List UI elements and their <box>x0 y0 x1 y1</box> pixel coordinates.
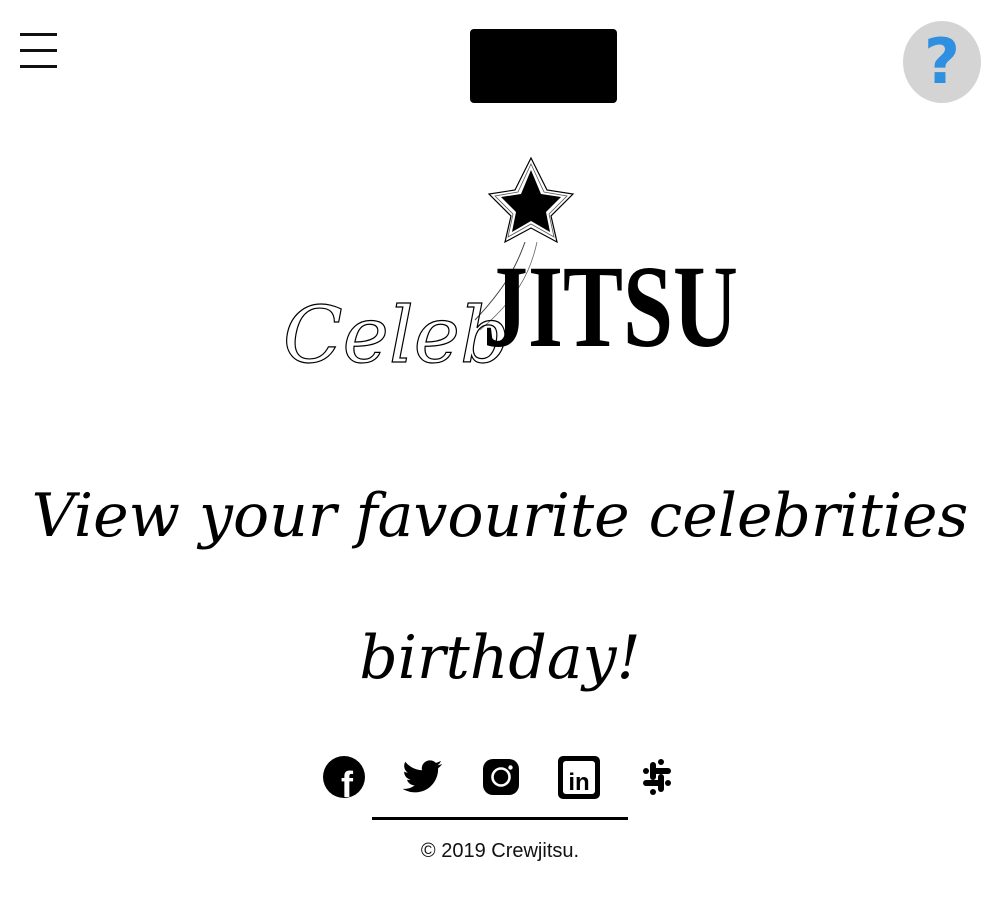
top-redacted-block <box>470 29 617 103</box>
linkedin-icon: in <box>558 756 600 799</box>
logo-block-text: JITSU <box>483 241 738 372</box>
slack-link[interactable] <box>633 752 681 802</box>
svg-text:f: f <box>341 764 354 802</box>
linkedin-link[interactable]: in <box>555 752 603 802</box>
tagline: View your favourite celebrities birthday… <box>0 445 1000 729</box>
hamburger-icon-bar <box>20 33 57 36</box>
facebook-icon: f <box>323 756 365 805</box>
hamburger-icon-bar <box>20 49 57 52</box>
copyright-text: © 2019 Crewjitsu. <box>420 840 580 862</box>
tagline-line-1: View your favourite celebrities <box>31 481 969 551</box>
instagram-icon <box>483 759 519 795</box>
help-button[interactable]: ? <box>903 21 981 103</box>
instagram-link[interactable] <box>477 752 525 802</box>
logo-script-text: Celeb <box>283 291 510 381</box>
menu-button[interactable] <box>18 30 58 70</box>
celebjitsu-logo: Celeb JITSU <box>282 156 738 382</box>
tagline-line-2: birthday! <box>359 623 641 693</box>
twitter-link[interactable] <box>398 752 446 802</box>
facebook-link[interactable]: f <box>320 752 368 805</box>
svg-text:in: in <box>568 769 589 796</box>
social-links: f in <box>320 752 681 805</box>
slack-icon <box>643 759 671 795</box>
question-mark-icon: ? <box>924 25 960 98</box>
footer-divider <box>372 817 628 820</box>
hamburger-icon-bar <box>20 65 57 68</box>
twitter-icon <box>402 760 443 793</box>
svg-text:?: ? <box>924 25 960 98</box>
